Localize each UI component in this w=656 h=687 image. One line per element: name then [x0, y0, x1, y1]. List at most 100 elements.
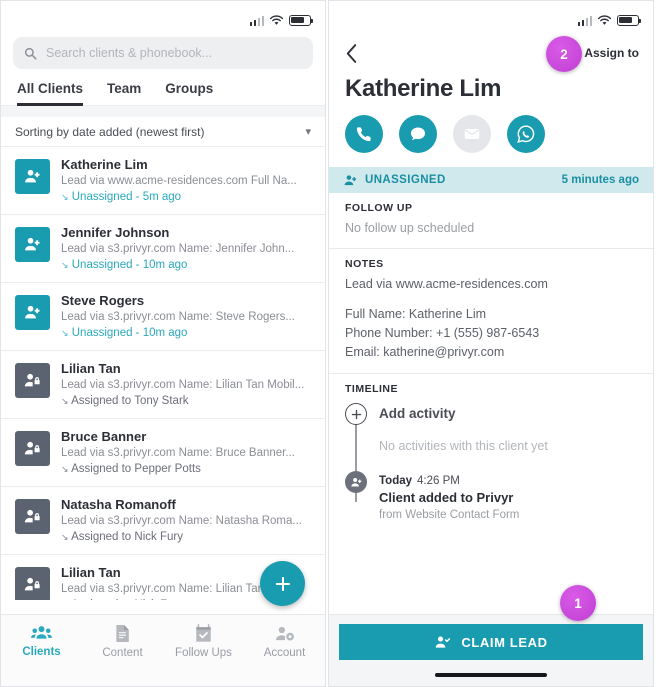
sorting-selector[interactable]: Sorting by date added (newest first) ▾ — [1, 117, 325, 147]
person-lock-icon — [15, 499, 50, 534]
timeline-entry-subtitle: from Website Contact Form — [379, 509, 520, 521]
arrow-icon: ↘ — [61, 396, 69, 406]
search-container: Search clients & phonebook... — [1, 33, 325, 69]
document-icon — [116, 625, 129, 642]
client-name: Katherine Lim — [61, 157, 148, 172]
person-check-icon — [436, 636, 451, 648]
notes-line: Full Name: Katherine Lim — [345, 307, 487, 321]
nav-label: Account — [263, 647, 306, 659]
envelope-icon — [464, 129, 480, 139]
follow-up-section[interactable]: FOLLOW UP No follow up scheduled — [329, 193, 653, 249]
tab-separator — [1, 106, 325, 117]
timeline-empty-text: No activities with this client yet — [379, 439, 548, 453]
add-activity-label: Add activity — [379, 406, 456, 421]
person-plus-icon — [15, 227, 50, 262]
claim-lead-button[interactable]: CLAIM LEAD — [339, 624, 643, 660]
notes-line: Phone Number: +1 (555) 987-6543 — [345, 326, 540, 340]
calendar-check-icon — [196, 624, 211, 642]
person-plus-icon — [15, 295, 50, 330]
nav-item-content[interactable]: Content — [82, 624, 163, 659]
client-status-text: Assigned to Tony Stark — [71, 395, 189, 407]
list-item[interactable]: Bruce Banner Lead via s3.privyr.com Name… — [1, 419, 325, 487]
tab-groups[interactable]: Groups — [165, 81, 213, 106]
wifi-icon — [597, 14, 612, 25]
nav-item-follow-ups[interactable]: Follow Ups — [163, 624, 244, 659]
plus-circle-icon — [345, 403, 367, 425]
status-bar — [1, 1, 325, 33]
add-client-button[interactable] — [260, 561, 305, 606]
client-name: Jennifer Johnson — [61, 225, 170, 240]
list-item[interactable]: Natasha Romanoff Lead via s3.privyr.com … — [1, 487, 325, 555]
arrow-icon: ↘ — [61, 328, 69, 338]
annotation-badge-1: 1 — [560, 585, 596, 621]
person-gear-icon — [275, 626, 294, 641]
timeline-body: Add activity No activities with this cli… — [345, 400, 637, 523]
message-button[interactable] — [399, 115, 437, 153]
client-status-text: Assigned to Nick Fury — [71, 599, 183, 600]
signal-bars-icon — [249, 15, 264, 26]
person-plus-icon — [344, 174, 357, 185]
client-tabs: All Clients Team Groups — [1, 69, 325, 106]
follow-up-text: No follow up scheduled — [345, 221, 475, 235]
client-status: ↘ Unassigned - 5m ago — [61, 189, 313, 205]
person-plus-icon — [345, 471, 367, 493]
arrow-icon: ↘ — [61, 192, 69, 202]
claim-lead-label: CLAIM LEAD — [461, 634, 548, 650]
client-name: Lilian Tan — [61, 361, 121, 376]
section-title: FOLLOW UP — [345, 202, 413, 214]
plus-icon — [275, 576, 290, 591]
timeline-day: Today — [379, 475, 413, 487]
list-item[interactable]: Steve Rogers Lead via s3.privyr.com Name… — [1, 283, 325, 351]
notes-line: Email: katherine@privyr.com — [345, 345, 505, 359]
annotation-badge-2: 2 — [546, 36, 582, 72]
bottom-navigation: Clients Content Follow Ups Account — [1, 614, 325, 686]
client-name: Natasha Romanoff — [61, 497, 176, 512]
status-label: UNASSIGNED — [365, 174, 446, 186]
client-description: Lead via s3.privyr.com Name: Bruce Banne… — [61, 447, 295, 459]
search-icon — [24, 47, 37, 59]
tab-all-clients[interactable]: All Clients — [17, 81, 84, 106]
client-status-text: Unassigned - 10m ago — [71, 327, 188, 339]
nav-label: Follow Ups — [175, 647, 232, 659]
client-description: Lead via s3.privyr.com Name: Jennifer Jo… — [61, 243, 295, 255]
person-lock-icon — [15, 567, 50, 600]
signal-bars-icon — [577, 15, 592, 26]
whatsapp-button[interactable] — [507, 115, 545, 153]
list-item[interactable]: Lilian Tan Lead via s3.privyr.com Name: … — [1, 351, 325, 419]
client-description: Lead via www.acme-residences.com Full Na… — [61, 175, 297, 187]
timeline-timestamp: Today 4:26 PM — [379, 475, 460, 487]
client-description: Lead via s3.privyr.com Name: Steve Roger… — [61, 311, 295, 323]
nav-item-clients[interactable]: Clients — [1, 624, 82, 658]
notes-section[interactable]: NOTES Lead via www.acme-residences.com F… — [329, 249, 653, 374]
notes-source: Lead via www.acme-residences.com — [345, 277, 548, 291]
home-indicator — [435, 672, 547, 677]
add-activity-button[interactable]: Add activity — [345, 403, 637, 425]
person-plus-icon — [15, 159, 50, 194]
search-input[interactable]: Search clients & phonebook... — [13, 37, 313, 69]
list-item[interactable]: Jennifer Johnson Lead via s3.privyr.com … — [1, 215, 325, 283]
assign-to-button[interactable]: Assign to — [584, 46, 639, 60]
dual-screen-stage: Search clients & phonebook... All Client… — [0, 0, 656, 687]
client-name: Steve Rogers — [61, 293, 145, 308]
list-item[interactable]: Katherine Lim Lead via www.acme-residenc… — [1, 147, 325, 215]
section-title: NOTES — [345, 258, 384, 270]
call-button[interactable] — [345, 115, 383, 153]
timeline-entry[interactable]: Today 4:26 PM Client added to Privyr from… — [345, 471, 637, 523]
battery-icon — [617, 14, 642, 26]
chevron-left-icon[interactable] — [345, 43, 358, 64]
client-name: Bruce Banner — [61, 429, 147, 444]
search-placeholder: Search clients & phonebook... — [46, 46, 213, 60]
client-description: Lead via s3.privyr.com Name: Lilian Tan … — [61, 379, 305, 391]
nav-item-account[interactable]: Account — [244, 624, 325, 659]
client-list[interactable]: Katherine Lim Lead via www.acme-residenc… — [1, 147, 325, 600]
client-list-screen: Search clients & phonebook... All Client… — [0, 0, 326, 687]
status-bar — [329, 1, 653, 33]
wifi-icon — [269, 14, 284, 25]
person-lock-icon — [15, 363, 50, 398]
client-status: ↘ Unassigned - 10m ago — [61, 325, 313, 341]
nav-label: Content — [102, 647, 143, 659]
tab-team[interactable]: Team — [107, 81, 141, 106]
client-description: Lead via s3.privyr.com Name: Natasha Rom… — [61, 515, 302, 527]
chat-bubble-icon — [410, 127, 426, 141]
contact-actions — [329, 103, 653, 167]
